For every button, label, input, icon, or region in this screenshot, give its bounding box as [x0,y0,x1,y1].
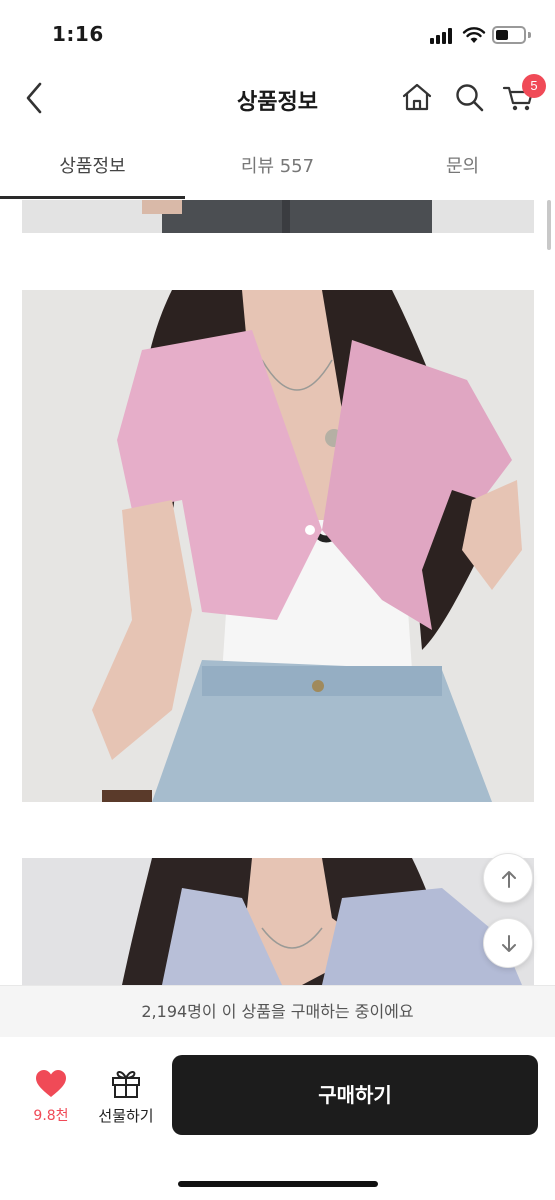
product-image-lavender-top [22,858,534,985]
gift-label: 선물하기 [98,1107,154,1125]
buy-button[interactable]: 구매하기 [172,1055,538,1135]
battery-icon [492,26,526,44]
scroll-up-button[interactable] [483,853,533,903]
tab-inquiry[interactable]: 문의 [370,152,555,178]
scrollbar[interactable] [547,200,551,250]
tab-reviews[interactable]: 리뷰 557 [185,152,370,178]
top-nav-bar: 상품정보 [0,64,555,132]
tab-active-indicator [0,196,185,199]
home-indicator [178,1181,378,1187]
bottom-action-bar: 9.8천 선물하기 구매하기 [0,1037,555,1200]
product-image-pink-top [22,290,534,802]
buyers-count-banner: 2,194명이 이 상품을 구매하는 중이에요 [0,985,555,1037]
status-time: 1:16 [52,22,104,46]
heart-icon [36,1070,66,1097]
status-bar: 1:16 [0,0,555,64]
home-icon[interactable] [400,80,434,114]
cart-count-badge: 5 [522,74,546,98]
wifi-icon [462,27,486,43]
like-button[interactable]: 9.8천 [22,1067,80,1133]
gift-button[interactable]: 선물하기 [92,1067,160,1133]
signal-icon [430,28,456,44]
gift-icon [112,1071,140,1098]
product-image-partial-top [22,200,534,233]
scroll-down-icon [502,935,516,952]
search-icon[interactable] [452,80,486,114]
scroll-down-button[interactable] [483,918,533,968]
product-detail-content [0,200,555,985]
scroll-up-icon [502,871,516,888]
product-tabs: 상품정보 리뷰 557 문의 [0,132,555,200]
tab-product-info[interactable]: 상품정보 [0,152,185,178]
like-count: 9.8천 [33,1108,69,1124]
